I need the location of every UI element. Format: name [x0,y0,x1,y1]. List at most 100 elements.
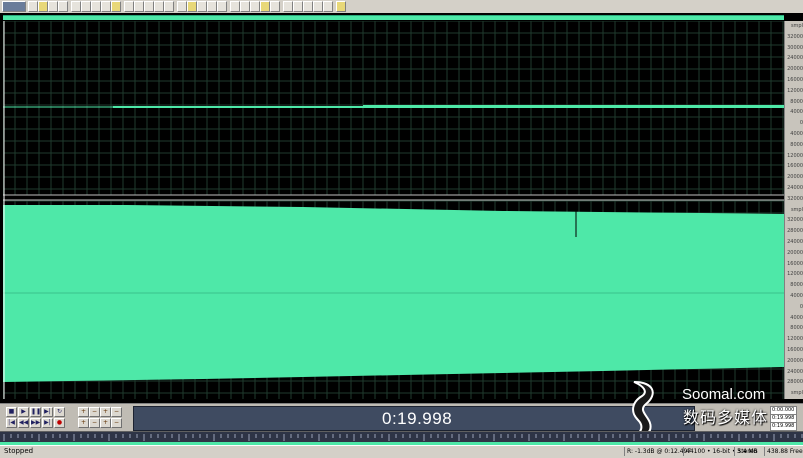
ruler-label: 32000 [787,34,803,40]
toolbar-trim-button[interactable] [124,1,134,12]
ruler-label: 24000 [787,55,803,61]
toolbar-fx-button[interactable] [270,1,280,12]
toolbar-mix-button[interactable] [91,1,101,12]
ruler-label: 8000 [790,142,803,148]
record-button[interactable]: ● [54,418,65,428]
pause-button[interactable]: ❚❚ [30,407,41,417]
toolbar-first-button[interactable] [2,1,26,12]
waveform-view[interactable]: smpl 32000 30000 24000 20000 16000 12000 8000 40… [0,13,803,403]
ruler-label: 4000 [790,293,803,299]
status-size: 3.4 MB [734,447,758,456]
toolbar-undo-button[interactable] [101,1,111,12]
amplitude-ruler: smpl 32000 30000 24000 20000 16000 12000 8000 40… [784,21,803,399]
ruler-label: 16000 [787,261,803,267]
ruler-label: 28000 [787,379,803,385]
toolbar-save-button[interactable] [48,1,58,12]
ruler-label: 20000 [787,66,803,72]
ruler-label: 12000 [787,88,803,94]
toolbar-copy-button[interactable] [71,1,81,12]
ruler-label: smpl [790,23,803,29]
ruler-label: 12000 [787,336,803,342]
toolbar-meter-button[interactable] [283,1,293,12]
toolbar-paste-button[interactable] [81,1,91,12]
toolbar-open-button[interactable] [38,1,48,12]
ruler-label: 20000 [787,358,803,364]
status-bar: Stopped R: -1.3dB @ 0:12.497 44100 • 16-… [0,445,803,458]
ruler-label: 32000 [787,196,803,202]
play-to-end-button[interactable]: ▶| [42,407,53,417]
ruler-label: 4000 [790,315,803,321]
toolbar-extra-button[interactable] [313,1,323,12]
zoom-sel-button[interactable]: − [111,407,122,417]
selection-length[interactable]: 0:19.998 [770,422,797,431]
toolbar-redo-button[interactable] [111,1,121,12]
toolbar-more-button[interactable] [336,1,346,12]
toolbar [0,0,803,14]
ruler-label: 12000 [787,271,803,277]
ruler-label: 30000 [787,45,803,51]
ruler-label: 28000 [787,228,803,234]
zoom-out-v-button[interactable]: − [89,418,100,428]
toolbar-cut-button[interactable] [58,1,68,12]
toolbar-mark-button[interactable] [230,1,240,12]
ruler-label: 24000 [787,185,803,191]
zoom-in-h-button[interactable]: + [78,407,89,417]
watermark-site: Soomal.com [682,386,766,403]
rewind-button[interactable]: ◀◀ [18,418,29,428]
toolbar-loop-button[interactable] [177,1,187,12]
time-display: 0:19.998 [133,406,695,431]
toolbar-opt-button[interactable] [323,1,333,12]
toolbar-new-button[interactable] [28,1,38,12]
toolbar-play-button[interactable] [164,1,174,12]
toolbar-zoom-button[interactable] [154,1,164,12]
toolbar-help-button[interactable] [303,1,313,12]
status-level: R: -1.3dB @ 0:12.497 [624,447,691,456]
stop-button[interactable]: ■ [6,407,17,417]
ruler-label: 8000 [790,325,803,331]
zoom-in-v-button[interactable]: + [78,418,89,428]
toolbar-view-button[interactable] [260,1,270,12]
overview-bar[interactable] [3,15,784,20]
toolbar-tools-button[interactable] [293,1,303,12]
ruler-label: 24000 [787,239,803,245]
timeline-scroll[interactable] [0,431,803,446]
go-start-button[interactable]: |◀ [6,418,17,428]
ruler-label: 8000 [790,282,803,288]
ruler-label: 12000 [787,153,803,159]
zoom-full-button[interactable]: + [100,407,111,417]
waveform-area[interactable] [3,21,784,399]
toolbar-select-button[interactable] [144,1,154,12]
zoom-right-button[interactable]: − [111,418,122,428]
zoom-out-h-button[interactable]: − [89,407,100,417]
ruler-label: 16000 [787,347,803,353]
toolbar-range-button[interactable] [217,1,227,12]
zoom-left-button[interactable]: + [100,418,111,428]
toolbar-env-button[interactable] [187,1,197,12]
channel-gap [3,195,784,200]
time-readout: 0:19.998 [382,409,453,428]
fast-forward-button[interactable]: ▶▶ [30,418,41,428]
go-end-button[interactable]: ▶| [42,418,53,428]
loop-button[interactable]: ↻ [54,407,65,417]
toolbar-cue-button[interactable] [207,1,217,12]
toolbar-spec-button[interactable] [197,1,207,12]
ruler-label: 16000 [787,77,803,83]
ruler-label: smpl [790,207,803,213]
waveform-canvas[interactable] [3,21,784,399]
ruler-label: 20000 [787,174,803,180]
toolbar-silence-button[interactable] [134,1,144,12]
ruler-label: 4000 [790,131,803,137]
ruler-label: 4000 [790,109,803,115]
ruler-label: 8000 [790,99,803,105]
ruler-label: 20000 [787,250,803,256]
watermark-chinese: 数码多媒体 [683,408,769,427]
toolbar-grid-button[interactable] [250,1,260,12]
timeline-ticks [0,434,803,445]
ruler-label: 24000 [787,369,803,375]
play-button[interactable]: ▶ [18,407,29,417]
ruler-label: 32000 [787,217,803,223]
ruler-label: smpl [790,390,803,396]
status-free: 438.88 Free [764,447,803,456]
toolbar-snap-button[interactable] [240,1,250,12]
ruler-label: 16000 [787,163,803,169]
